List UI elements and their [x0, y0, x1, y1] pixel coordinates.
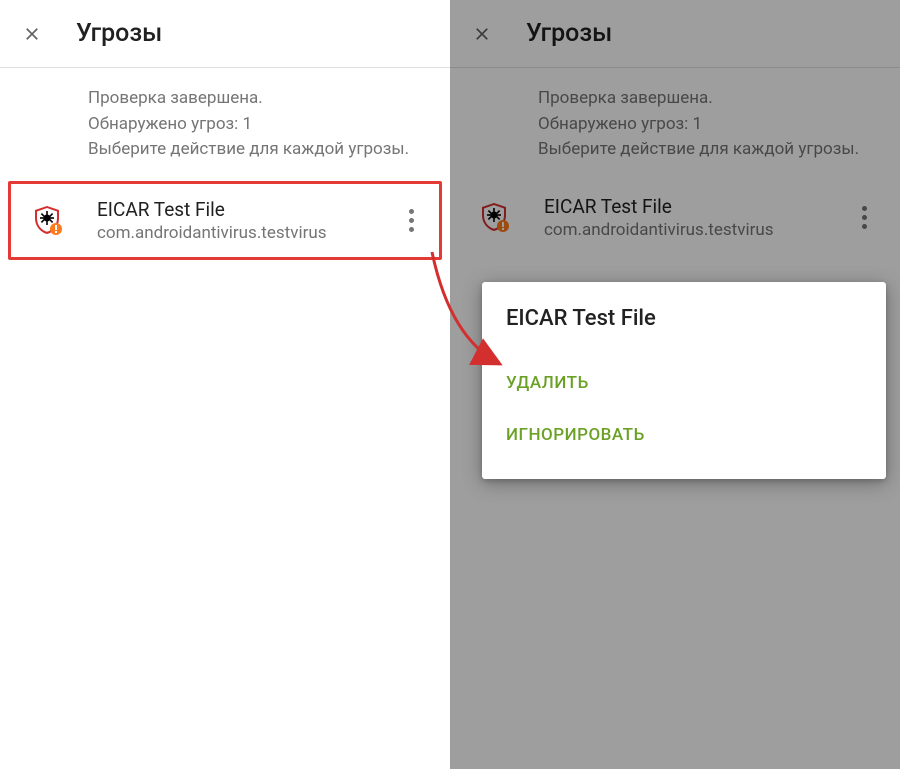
threats-screen-menu-open: Угрозы Проверка завершена. Обнаружено уг…	[450, 0, 900, 769]
shield-threat-icon	[478, 201, 510, 233]
summary-line: Выберите действие для каждой угрозы.	[538, 137, 880, 163]
close-icon[interactable]	[20, 22, 44, 46]
app-header: Угрозы	[450, 0, 900, 68]
page-title: Угрозы	[526, 19, 612, 48]
threat-text: EICAR Test File com.androidantivirus.tes…	[544, 195, 852, 240]
app-header: Угрозы	[0, 0, 450, 68]
summary-line: Обнаружено угроз: 1	[538, 112, 880, 138]
shield-threat-icon	[31, 204, 63, 236]
summary-line: Проверка завершена.	[88, 86, 430, 112]
close-icon[interactable]	[470, 22, 494, 46]
threat-package: com.androidantivirus.testvirus	[97, 223, 399, 243]
threat-package: com.androidantivirus.testvirus	[544, 220, 852, 240]
threat-name: EICAR Test File	[544, 195, 852, 218]
popup-title: EICAR Test File	[506, 306, 862, 331]
threat-name: EICAR Test File	[97, 198, 399, 221]
more-vert-icon[interactable]	[399, 203, 423, 238]
summary-line: Проверка завершена.	[538, 86, 880, 112]
delete-action[interactable]: УДАЛИТЬ	[506, 357, 862, 409]
threat-text: EICAR Test File com.androidantivirus.tes…	[97, 198, 399, 243]
ignore-action[interactable]: ИГНОРИРОВАТЬ	[506, 409, 862, 461]
page-title: Угрозы	[76, 19, 162, 48]
scan-summary: Проверка завершена. Обнаружено угроз: 1 …	[450, 68, 900, 181]
summary-line: Обнаружено угроз: 1	[88, 112, 430, 138]
more-vert-icon[interactable]	[852, 200, 876, 235]
summary-line: Выберите действие для каждой угрозы.	[88, 137, 430, 163]
threats-screen-before: Угрозы Проверка завершена. Обнаружено уг…	[0, 0, 450, 769]
threat-list-item[interactable]: EICAR Test File com.androidantivirus.tes…	[458, 181, 892, 254]
threat-action-menu: EICAR Test File УДАЛИТЬ ИГНОРИРОВАТЬ	[482, 282, 886, 479]
threat-list-item[interactable]: EICAR Test File com.androidantivirus.tes…	[8, 181, 442, 260]
scan-summary: Проверка завершена. Обнаружено угроз: 1 …	[0, 68, 450, 181]
